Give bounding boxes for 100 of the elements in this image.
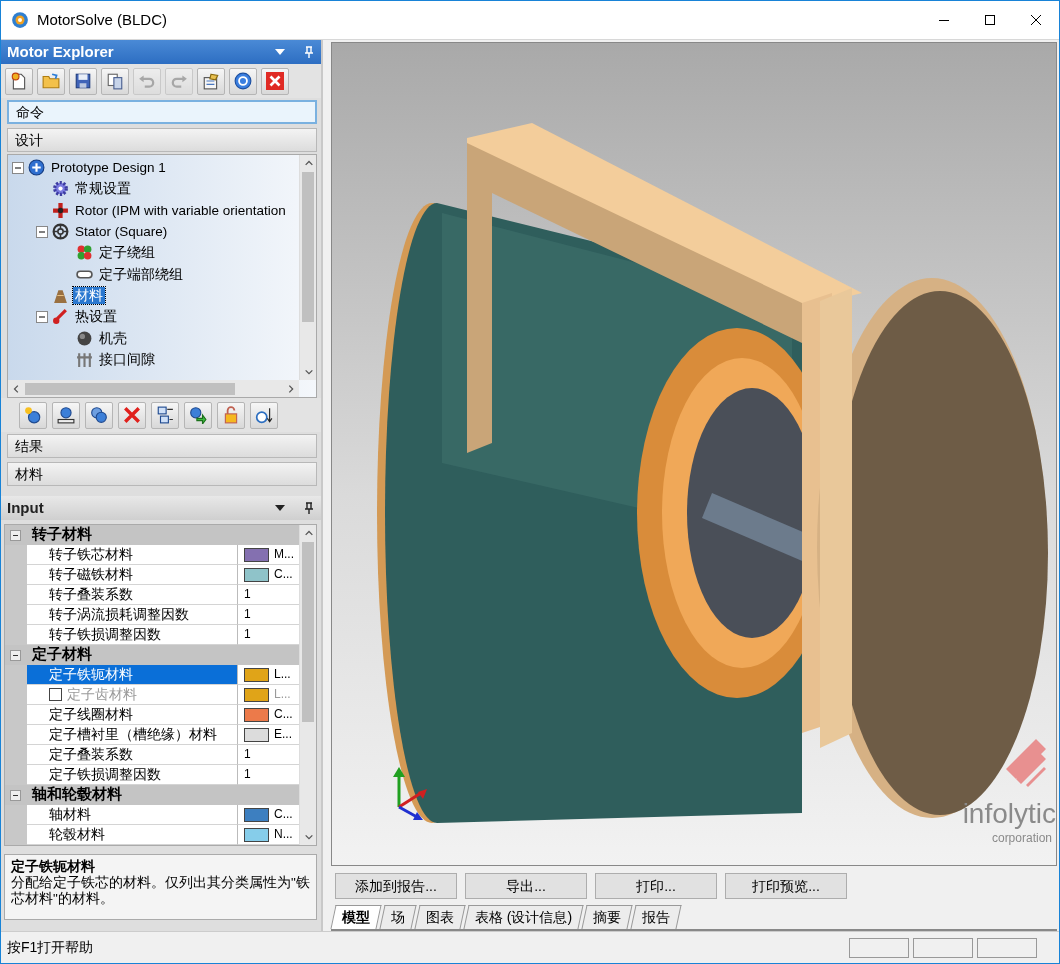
property-name[interactable]: 轮毂材料 bbox=[27, 825, 237, 845]
document-icon bbox=[10, 72, 28, 90]
property-value: L... bbox=[274, 686, 291, 703]
action-button[interactable]: 导出... bbox=[465, 873, 587, 899]
properties-button[interactable] bbox=[197, 67, 225, 95]
collapse-icon[interactable] bbox=[10, 649, 21, 661]
redo-icon bbox=[170, 72, 188, 90]
coil-cluster-icon bbox=[76, 244, 93, 262]
ruler-button[interactable] bbox=[52, 401, 80, 429]
property-name[interactable]: 转子磁铁材料 bbox=[27, 565, 237, 585]
undo-icon bbox=[138, 72, 156, 90]
action-button[interactable]: 打印... bbox=[595, 873, 717, 899]
design-node-icon bbox=[28, 159, 45, 177]
status-panel bbox=[849, 937, 909, 958]
logo-text: infolytic bbox=[962, 799, 1056, 829]
new-button[interactable] bbox=[5, 67, 33, 95]
property-name[interactable]: 转子铁损调整因数 bbox=[27, 625, 237, 645]
property-name[interactable]: 转子涡流损耗调整因数 bbox=[27, 605, 237, 625]
export-button[interactable] bbox=[184, 401, 212, 429]
help-button[interactable] bbox=[229, 67, 257, 95]
stator-icon bbox=[52, 223, 69, 241]
node-with-arrow-icon bbox=[189, 406, 207, 424]
category-label: 转子材料 bbox=[32, 525, 92, 545]
property-value: C... bbox=[274, 706, 293, 723]
view-tab[interactable]: 模型 bbox=[330, 905, 382, 929]
housing-icon bbox=[76, 329, 93, 347]
section-button[interactable]: 结果 bbox=[7, 434, 317, 458]
view-tab[interactable]: 图表 bbox=[414, 905, 466, 929]
copy-pages-icon bbox=[106, 72, 124, 90]
maximize-icon bbox=[982, 12, 998, 28]
tree-item[interactable]: Prototype Design 1 bbox=[49, 159, 168, 177]
property-label: 定子齿材料 bbox=[67, 686, 137, 702]
close-button[interactable] bbox=[261, 67, 289, 95]
property-value: M... bbox=[274, 546, 294, 563]
delete-button[interactable] bbox=[118, 401, 146, 429]
panel-title: Input bbox=[7, 497, 45, 518]
section-button[interactable]: 设计 bbox=[7, 128, 317, 152]
category-label: 轴和轮毂材料 bbox=[32, 785, 122, 805]
property-value[interactable]: 1 bbox=[237, 585, 299, 605]
property-name[interactable]: 转子铁芯材料 bbox=[27, 545, 237, 565]
logo-tagline: corporation bbox=[990, 830, 1052, 847]
description-title: 定子铁轭材料 bbox=[11, 859, 96, 875]
tree-item[interactable]: 热设置 bbox=[73, 308, 119, 326]
copy-button[interactable] bbox=[101, 67, 129, 95]
tree-item[interactable]: 常规设置 bbox=[73, 180, 133, 198]
property-name[interactable]: 定子叠装系数 bbox=[27, 745, 237, 765]
duplicate-button[interactable] bbox=[85, 401, 113, 429]
section-button[interactable]: 材料 bbox=[7, 462, 317, 486]
property-value: E... bbox=[274, 726, 292, 743]
save-button[interactable] bbox=[69, 67, 97, 95]
node-with-ruler-icon bbox=[57, 406, 75, 424]
property-value[interactable]: 1 bbox=[237, 765, 299, 785]
node-with-sun-icon bbox=[24, 406, 42, 424]
panel-title: Motor Explorer bbox=[7, 41, 115, 62]
add-button[interactable] bbox=[19, 401, 47, 429]
property-value: C... bbox=[274, 566, 293, 583]
category-label: 定子材料 bbox=[32, 645, 92, 665]
tree-item[interactable]: 机壳 bbox=[97, 329, 129, 347]
property-name[interactable]: 轴材料 bbox=[27, 805, 237, 825]
thermometer-icon bbox=[52, 308, 69, 326]
collapse-icon[interactable] bbox=[10, 529, 21, 541]
gap-bars-icon bbox=[76, 350, 93, 368]
collapse-icon[interactable] bbox=[10, 789, 21, 801]
property-name[interactable]: 定子铁轭材料 bbox=[27, 665, 237, 685]
tree-item[interactable]: 定子绕组 bbox=[97, 244, 157, 262]
tree-item[interactable]: 材料 bbox=[73, 286, 105, 304]
property-name[interactable]: 定子线圈材料 bbox=[27, 705, 237, 725]
view-tab[interactable]: 报告 bbox=[630, 905, 682, 929]
property-value[interactable]: 1 bbox=[237, 605, 299, 625]
timer-button[interactable] bbox=[250, 401, 278, 429]
view-tab[interactable]: 表格 (设计信息) bbox=[463, 905, 584, 929]
view-tab[interactable]: 摘要 bbox=[581, 905, 633, 929]
tree-item[interactable]: Rotor (IPM with variable orientation bbox=[73, 201, 288, 219]
lock-button[interactable] bbox=[217, 401, 245, 429]
app-icon bbox=[11, 11, 29, 29]
view-tab[interactable]: 场 bbox=[379, 905, 417, 929]
horizontal-scrollbar[interactable] bbox=[8, 380, 299, 397]
status-text: 按F1打开帮助 bbox=[7, 938, 95, 957]
description-text: 分配给定子铁芯的材料。仅列出其分类属性为"铁芯材料"的材料。 bbox=[11, 875, 310, 907]
property-value[interactable]: 1 bbox=[237, 745, 299, 765]
tree-item[interactable]: 接口间隙 bbox=[97, 350, 157, 368]
list-button[interactable] bbox=[151, 401, 179, 429]
status-panel bbox=[977, 937, 1037, 958]
property-name[interactable]: 定子槽衬里（槽绝缘）材料 bbox=[27, 725, 237, 745]
dropdown-caret-icon bbox=[275, 505, 285, 511]
window-title: MotorSolve (BLDC) bbox=[37, 9, 168, 30]
dropdown-caret-icon bbox=[275, 49, 285, 55]
property-name[interactable]: 转子叠装系数 bbox=[27, 585, 237, 605]
action-button[interactable]: 打印预览... bbox=[725, 873, 847, 899]
vertical-scrollbar[interactable] bbox=[299, 155, 316, 380]
tree-item[interactable]: 定子端部绕组 bbox=[97, 265, 185, 283]
tree-item[interactable]: Stator (Square) bbox=[73, 223, 170, 241]
close-icon bbox=[266, 72, 284, 90]
vertical-scrollbar[interactable] bbox=[299, 525, 316, 845]
section-button[interactable]: 命令 bbox=[7, 100, 317, 124]
property-name[interactable]: 定子铁损调整因数 bbox=[27, 765, 237, 785]
minimize-icon bbox=[939, 19, 949, 21]
stopwatch-arrow-icon bbox=[255, 406, 273, 424]
action-button[interactable]: 添加到报告... bbox=[335, 873, 457, 899]
property-value[interactable]: 1 bbox=[237, 625, 299, 645]
